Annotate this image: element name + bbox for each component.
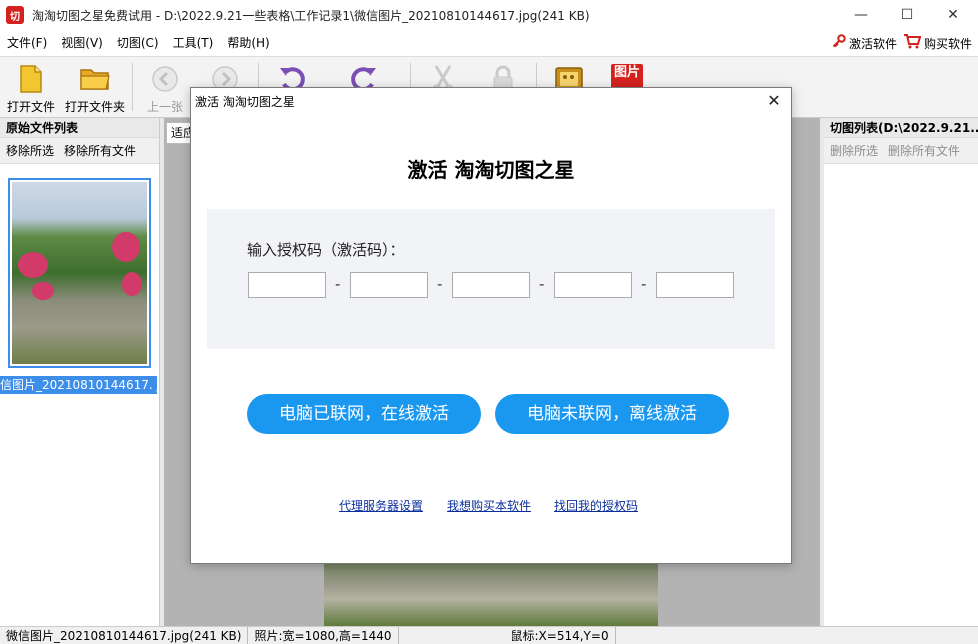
status-bar: 微信图片_20210810144617.jpg(241 KB) 照片:宽=108… <box>0 626 978 644</box>
cut-list-title: 切图列表(D:\2022.9.21... <box>824 118 978 138</box>
code-separator: - <box>641 275 647 293</box>
open-file-button[interactable]: 打开文件 <box>4 57 58 117</box>
proxy-settings-link[interactable]: 代理服务器设置 <box>339 497 423 514</box>
key-icon <box>832 34 846 52</box>
cut-list-panel: 切图列表(D:\2022.9.21... 删除所选 删除所有文件 <box>824 118 978 626</box>
previous-image-label: 上一张 <box>146 100 183 114</box>
remove-all-button[interactable]: 移除所有文件 <box>64 142 136 159</box>
close-window-button[interactable]: ✕ <box>930 0 976 30</box>
code-separator: - <box>335 275 341 293</box>
dialog-title: 激活 淘淘切图之星 <box>195 94 295 109</box>
activation-code-box: 输入授权码（激活码）： - - - - <box>207 209 775 349</box>
thumbnail-item[interactable] <box>8 178 151 368</box>
menu-tools[interactable]: 工具(T) <box>166 30 221 56</box>
code-field-4[interactable] <box>554 272 632 298</box>
dialog-close-button[interactable]: ✕ <box>763 91 785 111</box>
status-photo-size: 照片:宽=1080,高=1440 <box>248 626 399 644</box>
recover-license-link[interactable]: 找回我的授权码 <box>554 497 638 514</box>
open-folder-button[interactable]: 打开文件夹 <box>62 57 128 117</box>
delete-all-button[interactable]: 删除所有文件 <box>888 142 960 159</box>
delete-selected-button[interactable]: 删除所选 <box>830 142 878 159</box>
cart-icon <box>903 33 922 53</box>
maximize-button[interactable]: ☐ <box>884 0 930 30</box>
cut-list-actions: 删除所选 删除所有文件 <box>824 138 978 164</box>
menu-bar: 文件(F) 视图(V) 切图(C) 工具(T) 帮助(H) 激活软件 购买软件 <box>0 30 978 56</box>
menu-help[interactable]: 帮助(H) <box>220 30 276 56</box>
thumbnail-image <box>12 182 147 364</box>
minimize-button[interactable]: — <box>838 0 884 30</box>
buy-software-label: 购买软件 <box>923 36 972 51</box>
code-field-3[interactable] <box>452 272 530 298</box>
source-file-actions: 移除所选 移除所有文件 <box>0 138 159 164</box>
activation-dialog: 激活 淘淘切图之星 ✕ 激活 淘淘切图之星 输入授权码（激活码）： - - - … <box>190 87 792 564</box>
preview-image <box>324 558 658 626</box>
source-file-panel: 原始文件列表 移除所选 移除所有文件 信图片_20210810144617. j <box>0 118 160 626</box>
offline-activate-button[interactable]: 电脑未联网，离线激活 <box>495 394 729 434</box>
arrow-left-icon <box>149 63 181 95</box>
file-icon <box>15 63 47 95</box>
code-field-5[interactable] <box>656 272 734 298</box>
source-file-list-title: 原始文件列表 <box>0 118 159 138</box>
window-title: 淘淘切图之星免费试用 - D:\2022.9.21一些表格\工作记录1\微信图片… <box>32 8 590 23</box>
previous-image-button[interactable]: 上一张 <box>142 57 188 117</box>
menu-cut[interactable]: 切图(C) <box>110 30 166 56</box>
status-file: 微信图片_20210810144617.jpg(241 KB) <box>0 626 249 644</box>
menubar-right: 激活软件 购买软件 <box>832 30 978 56</box>
remove-selected-button[interactable]: 移除所选 <box>6 142 54 159</box>
title-bar: 切 淘淘切图之星免费试用 - D:\2022.9.21一些表格\工作记录1\微信… <box>0 0 978 30</box>
buy-software-button[interactable]: 购买软件 <box>903 33 972 53</box>
open-file-label: 打开文件 <box>6 100 55 114</box>
buy-software-link[interactable]: 我想购买本软件 <box>447 497 531 514</box>
menu-file[interactable]: 文件(F) <box>0 30 54 56</box>
open-folder-label: 打开文件夹 <box>64 100 125 114</box>
thumbnail-filename[interactable]: 信图片_20210810144617. j <box>0 376 157 394</box>
code-field-1[interactable] <box>248 272 326 298</box>
activation-code-label: 输入授权码（激活码）： <box>247 241 405 259</box>
code-separator: - <box>539 275 545 293</box>
dialog-heading: 激活 淘淘切图之星 <box>407 158 575 182</box>
activate-software-button[interactable]: 激活软件 <box>832 34 897 52</box>
online-activate-button[interactable]: 电脑已联网，在线激活 <box>247 394 481 434</box>
folder-icon <box>79 63 111 95</box>
code-field-2[interactable] <box>350 272 428 298</box>
toolbar-separator <box>132 63 133 111</box>
activate-software-label: 激活软件 <box>848 36 897 51</box>
menu-view[interactable]: 视图(V) <box>54 30 110 56</box>
code-separator: - <box>437 275 443 293</box>
status-mouse-position: 鼠标:X=514,Y=0 <box>505 626 616 644</box>
app-icon: 切 <box>6 6 24 24</box>
